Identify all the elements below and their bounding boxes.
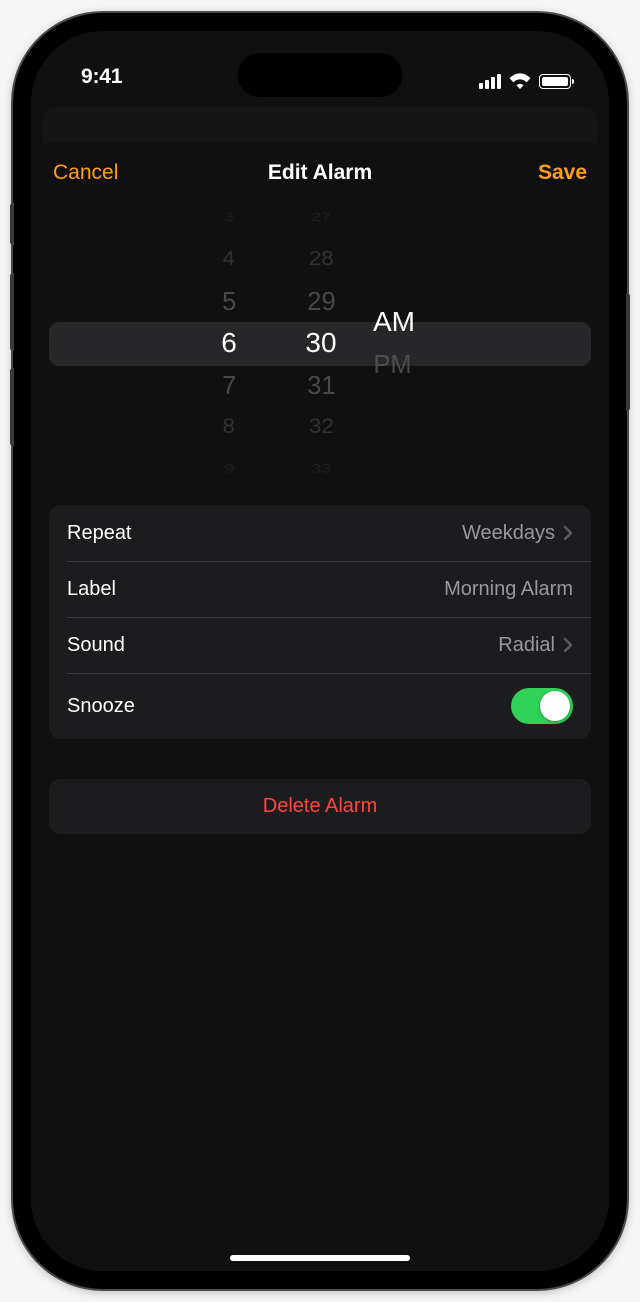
home-indicator[interactable] [230,1255,410,1261]
sound-row[interactable]: Sound Radial [49,617,591,673]
toggle-knob [540,691,570,721]
time-picker[interactable]: 3 4 5 6 7 8 9 27 28 29 30 31 32 [49,209,591,477]
label-row[interactable]: Label Morning Alarm [49,561,591,617]
picker-minute-option[interactable]: 28 [308,242,334,278]
picker-hour-option[interactable]: 8 [222,408,235,444]
snooze-label: Snooze [67,695,135,718]
chevron-right-icon [563,637,573,653]
status-time: 9:41 [81,65,122,89]
repeat-row[interactable]: Repeat Weekdays [49,505,591,561]
minute-picker-column[interactable]: 27 28 29 30 31 32 33 [275,209,367,477]
chevron-right-icon [563,525,573,541]
sound-label: Sound [67,634,125,657]
picker-hour-option[interactable]: 7 [222,364,236,405]
side-button [626,293,630,411]
volume-up-button [10,273,14,351]
cellular-icon [479,74,501,89]
sound-value: Radial [498,634,555,657]
snooze-toggle[interactable] [511,688,573,724]
mute-switch [10,203,14,245]
picker-ampm-selected[interactable]: AM [373,301,415,343]
nav-bar: Cancel Edit Alarm Save [31,143,609,199]
picker-hour-selected[interactable]: 6 [221,322,237,364]
label-label: Label [67,578,116,601]
repeat-label: Repeat [67,522,132,545]
picker-hour-option[interactable]: 9 [223,456,235,477]
snooze-row: Snooze [49,673,591,739]
picker-hour-option[interactable]: 4 [222,242,235,278]
ampm-picker-column[interactable]: AM PM [367,301,457,385]
cancel-button[interactable]: Cancel [53,161,118,185]
edit-alarm-sheet: Cancel Edit Alarm Save 3 4 5 6 7 8 9 [31,143,609,1271]
hour-picker-column[interactable]: 3 4 5 6 7 8 9 [183,209,275,477]
picker-hour-option[interactable]: 5 [222,280,236,321]
dynamic-island [238,53,403,97]
delete-group: Delete Alarm [49,779,591,834]
alarm-settings-group: Repeat Weekdays Label Morning Alarm [49,505,591,739]
sheet-background-peek [31,107,609,133]
save-button[interactable]: Save [538,161,587,185]
picker-minute-option[interactable]: 31 [307,364,335,405]
battery-icon [539,74,571,89]
picker-minute-option[interactable]: 33 [309,456,332,477]
phone-frame: 9:41 Cancel Edit Alarm Save [13,13,627,1289]
picker-ampm-option[interactable]: PM [373,343,411,384]
picker-minute-option[interactable]: 32 [308,408,334,444]
repeat-value: Weekdays [462,522,555,545]
page-title: Edit Alarm [268,161,372,185]
status-icons [479,73,571,89]
picker-hour-option[interactable]: 3 [223,209,235,230]
picker-minute-option[interactable]: 27 [309,209,332,230]
picker-minute-selected[interactable]: 30 [305,322,336,364]
label-value: Morning Alarm [444,578,573,601]
phone-screen: 9:41 Cancel Edit Alarm Save [31,31,609,1271]
wifi-icon [509,73,531,89]
volume-down-button [10,368,14,446]
delete-alarm-button[interactable]: Delete Alarm [49,779,591,834]
picker-minute-option[interactable]: 29 [307,280,335,321]
